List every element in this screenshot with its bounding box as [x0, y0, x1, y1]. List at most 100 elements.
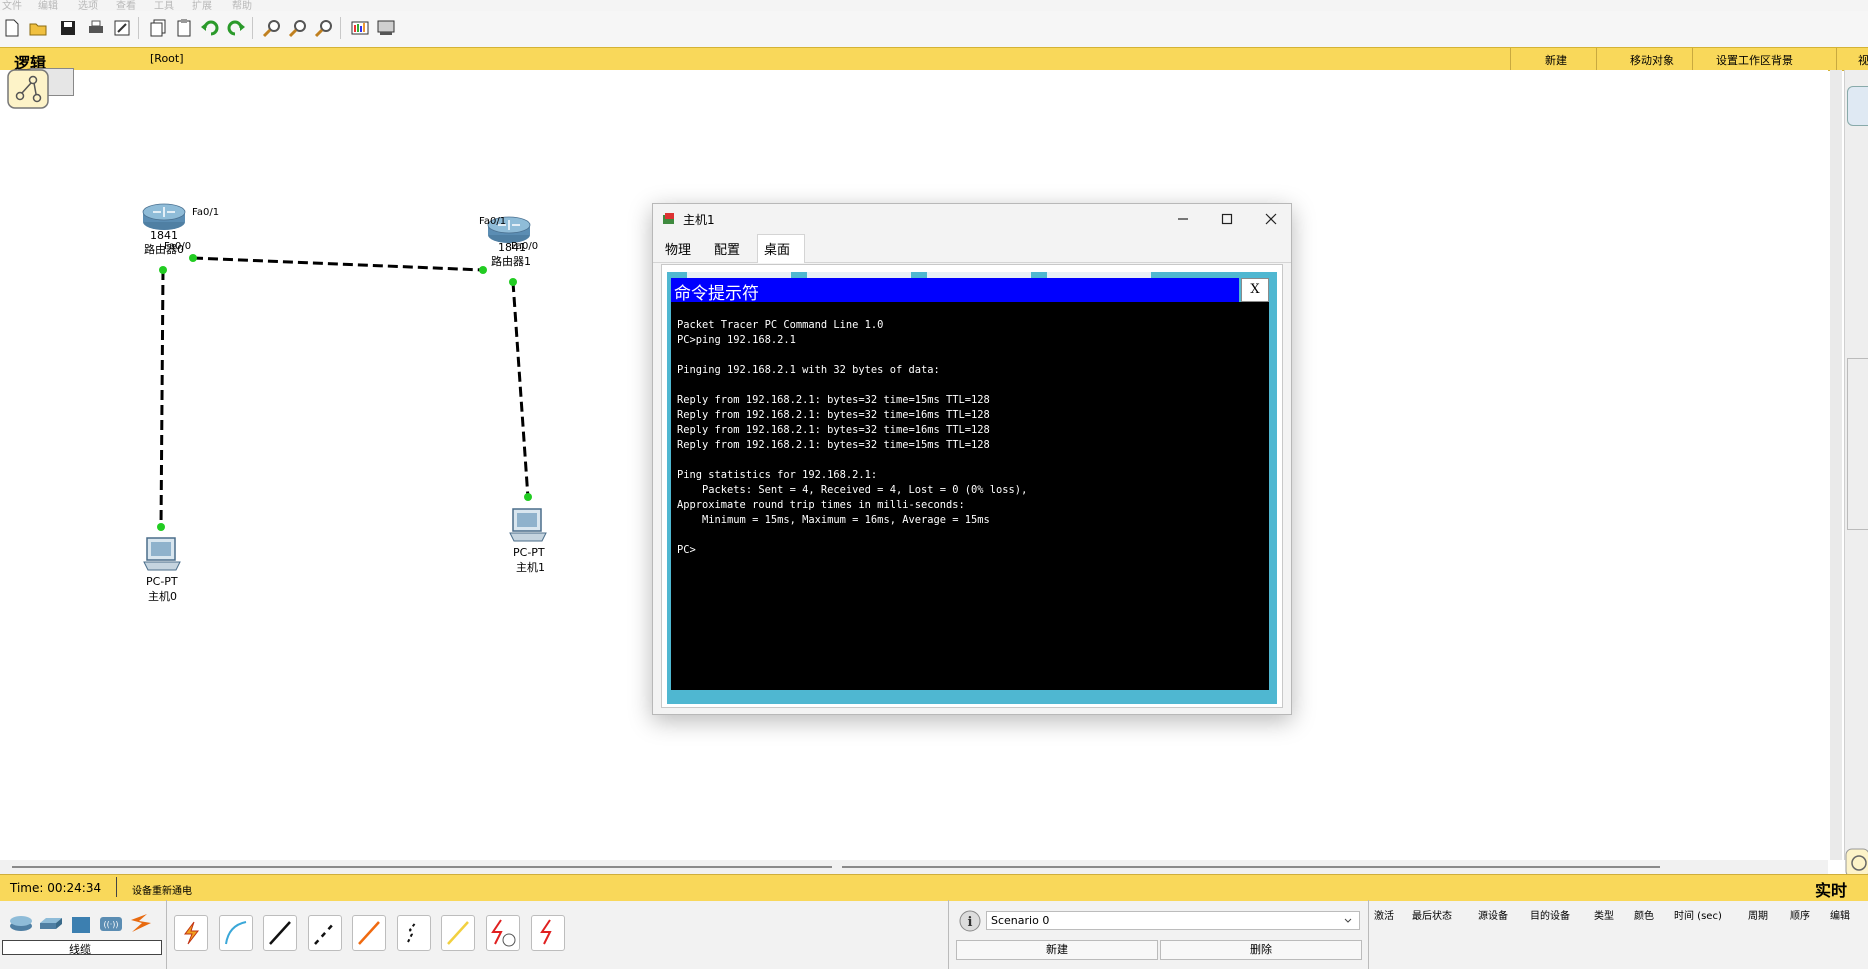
set-background-button[interactable]: 设置工作区背景 [1716, 52, 1793, 68]
copy-icon[interactable] [148, 18, 168, 38]
panel-divider [948, 900, 949, 969]
serial-dce-icon [491, 919, 516, 947]
connections-category-icon[interactable] [128, 911, 154, 935]
menu-file[interactable]: 文件 [2, 0, 22, 11]
phone-cable-icon [407, 921, 417, 943]
activity-wizard-icon[interactable] [112, 18, 132, 38]
status-divider [116, 877, 117, 897]
custom-device-icon[interactable] [376, 18, 396, 38]
print-icon[interactable] [86, 18, 106, 38]
terminal-output[interactable]: Packet Tracer PC Command Line 1.0 PC>pin… [671, 302, 1269, 690]
router1-port-fa01: Fa0/1 [479, 216, 507, 227]
command-prompt-header: 命令提示符 [671, 278, 1239, 304]
root-breadcrumb[interactable]: [Root] [150, 52, 184, 65]
paste-icon[interactable] [174, 18, 194, 38]
pdu-header-fire: 激活 [1374, 911, 1394, 922]
tab-config[interactable]: 配置 [712, 239, 742, 258]
console-cable-button[interactable] [219, 915, 253, 951]
link-status-dot [509, 278, 517, 286]
copper-cross-icon [314, 921, 336, 945]
switch-category-icon[interactable] [38, 915, 64, 933]
bar-divider [1836, 48, 1837, 70]
bar-divider [1692, 48, 1693, 70]
bar-divider [1510, 48, 1511, 70]
menu-view[interactable]: 查看 [116, 0, 136, 11]
pc-icon[interactable] [508, 507, 548, 545]
canvas-horizontal-scrollbar[interactable] [0, 860, 1828, 874]
redo-icon[interactable] [226, 18, 246, 38]
new-scenario-button[interactable]: 新建 [956, 940, 1158, 960]
dialog-titlebar[interactable]: 主机1 [653, 204, 1291, 234]
menu-edit[interactable]: 编辑 [38, 0, 58, 11]
palette-icon[interactable] [350, 18, 370, 38]
coaxial-icon [447, 921, 469, 945]
fiber-button[interactable] [352, 915, 386, 951]
app-icon [663, 213, 674, 224]
delete-scenario-button[interactable]: 删除 [1160, 940, 1362, 960]
pc1-type: PC-PT [513, 546, 545, 559]
select-tool-button[interactable] [1847, 86, 1868, 126]
menu-tools[interactable]: 工具 [154, 0, 174, 11]
new-file-icon[interactable] [2, 18, 22, 38]
link-router0-router1[interactable] [192, 256, 484, 272]
save-icon[interactable] [58, 18, 78, 38]
copper-straight-button[interactable] [263, 915, 297, 951]
copper-straight-icon [269, 921, 291, 945]
tab-desktop[interactable]: 桌面 [762, 239, 792, 258]
zoom-in-icon[interactable] [262, 18, 282, 38]
undo-icon[interactable] [200, 18, 220, 38]
maximize-icon[interactable] [1217, 209, 1237, 229]
scenario-select[interactable]: Scenario 0 [986, 911, 1360, 930]
right-tool-panel [1844, 70, 1868, 878]
pc0-name: 主机0 [148, 590, 177, 603]
pdu-header-edit: 编辑 [1830, 911, 1850, 922]
pdu-header-source: 源设备 [1478, 911, 1508, 922]
coaxial-button[interactable] [441, 915, 475, 951]
copper-cross-button[interactable] [308, 915, 342, 951]
phone-cable-button[interactable] [397, 915, 431, 951]
scroll-track [12, 866, 832, 868]
host-dialog[interactable]: 主机1 物理 配置 桌面 命令提示符 X Packet Tracer PC Co… [652, 203, 1292, 715]
time-display: Time: 00:24:34 [10, 881, 102, 895]
svg-text:i: i [968, 915, 973, 930]
router1-name: 路由器1 [491, 255, 531, 268]
router0-port-fa00: Fa0/0 [164, 241, 192, 252]
fiber-icon [358, 921, 380, 945]
pc0-type: PC-PT [146, 575, 178, 588]
hub-category-icon[interactable] [70, 913, 92, 935]
zoom-reset-icon[interactable] [288, 18, 308, 38]
status-message: 设备重新通电 [132, 886, 192, 897]
close-icon[interactable] [1261, 209, 1281, 229]
realtime-mode-label[interactable]: 实时 [1815, 877, 1847, 901]
link-status-dot [524, 493, 532, 501]
link-router1-pc1[interactable] [511, 281, 530, 499]
router-category-icon[interactable] [8, 913, 34, 933]
command-prompt-close-button[interactable]: X [1241, 278, 1269, 302]
info-icon[interactable]: i [958, 909, 982, 933]
new-cluster-button[interactable]: 新建 [1545, 52, 1567, 68]
link-router0-pc0[interactable] [159, 269, 165, 529]
serial-dte-button[interactable] [531, 915, 565, 951]
canvas-vertical-scrollbar[interactable] [1830, 70, 1842, 860]
router-icon[interactable] [141, 202, 187, 232]
menu-options[interactable]: 选项 [78, 0, 98, 11]
zoom-out-icon[interactable] [314, 18, 334, 38]
open-folder-icon[interactable] [28, 18, 48, 38]
menu-extensions[interactable]: 扩展 [192, 0, 212, 11]
auto-connection-button[interactable] [174, 915, 208, 951]
menu-bar: 文件 编辑 选项 查看 工具 扩展 帮助 [0, 0, 1868, 11]
pdu-header-num: 顺序 [1790, 911, 1810, 922]
pc-icon[interactable] [142, 536, 182, 574]
viewport-button[interactable]: 视 [1858, 52, 1868, 68]
auto-connection-icon [184, 921, 200, 945]
tool-group-frame [1847, 358, 1868, 530]
dialog-tab-bar: 物理 配置 桌面 [653, 234, 1291, 263]
tab-physical[interactable]: 物理 [663, 239, 693, 258]
minimize-icon[interactable] [1173, 209, 1193, 229]
serial-dce-button[interactable] [486, 915, 520, 951]
menu-help[interactable]: 帮助 [232, 0, 252, 11]
move-object-button[interactable]: 移动对象 [1630, 52, 1674, 68]
link-status-dot [189, 254, 197, 262]
chevron-down-icon [1344, 918, 1352, 923]
wireless-category-icon[interactable]: ((·)) [98, 913, 124, 933]
